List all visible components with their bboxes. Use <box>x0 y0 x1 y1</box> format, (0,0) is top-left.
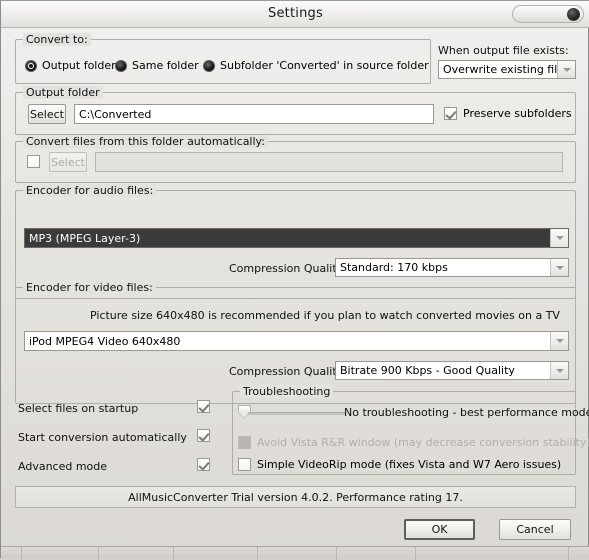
video-encoder-value: iPod MPEG4 Video 640x480 <box>29 334 181 348</box>
output-exists-label: When output file exists: <box>438 44 569 57</box>
radio-subfolder-converted-icon[interactable] <box>203 59 215 72</box>
select-auto-folder-button: Select <box>49 152 87 172</box>
simple-videorip-checkbox[interactable] <box>238 458 251 471</box>
audio-encoder-legend: Encoder for audio files: <box>23 184 157 197</box>
output-exists-combo[interactable]: Overwrite existing file <box>438 60 576 79</box>
close-icon <box>567 8 580 21</box>
avoid-vista-rr-label: Avoid Vista R&R window (may decrease con… <box>257 436 589 449</box>
status-bar: AllMusicConverter Trial version 4.0.2. P… <box>15 486 576 508</box>
troubleshooting-slider-text: No troubleshooting - best performance mo… <box>344 406 589 419</box>
audio-quality-combo[interactable]: Standard: 170 kbps <box>335 258 569 277</box>
select-files-on-startup-label: Select files on startup <box>18 402 139 415</box>
chevron-down-icon[interactable] <box>550 259 568 276</box>
radio-output-folder-icon[interactable] <box>25 59 37 72</box>
simple-videorip-checkbox-row[interactable]: Simple VideoRip mode (fixes Vista and W7… <box>238 458 561 471</box>
dialog-client-area: Convert to: Output folder Same folder Su… <box>1 28 589 559</box>
ok-button[interactable]: OK <box>404 519 475 540</box>
preserve-subfolders-label: Preserve subfolders <box>463 107 572 120</box>
radio-same-folder[interactable]: Same folder <box>115 59 199 72</box>
auto-folder-path-input <box>95 152 563 172</box>
radio-subfolder-converted[interactable]: Subfolder 'Converted' in source folder <box>203 59 429 72</box>
audio-encoder-combo[interactable]: MP3 (MPEG Layer-3) <box>24 228 569 248</box>
cancel-button[interactable]: Cancel <box>499 519 571 540</box>
simple-videorip-label: Simple VideoRip mode (fixes Vista and W7… <box>257 458 562 471</box>
chevron-down-icon[interactable] <box>550 332 568 350</box>
convert-to-legend: Convert to: <box>23 33 91 46</box>
radio-same-folder-label: Same folder <box>132 59 199 72</box>
video-encoder-hint: Picture size 640x480 is recommended if y… <box>90 309 560 322</box>
troubleshooting-legend: Troubleshooting <box>240 385 334 398</box>
auto-folder-legend: Convert files from this folder automatic… <box>23 135 268 148</box>
status-bar-text: AllMusicConverter Trial version 4.0.2. P… <box>128 490 463 504</box>
output-exists-value: Overwrite existing file <box>443 63 557 76</box>
avoid-vista-rr-checkbox-row: Avoid Vista R&R window (may decrease con… <box>238 436 589 449</box>
audio-encoder-value: MP3 (MPEG Layer-3) <box>29 231 141 245</box>
audio-quality-value: Standard: 170 kbps <box>340 261 448 274</box>
settings-dialog: Settings Convert to: Output folder Same … <box>0 0 589 560</box>
start-conversion-automatically-label: Start conversion automatically <box>18 431 187 444</box>
video-quality-value: Bitrate 900 Kbps - Good Quality <box>340 364 515 377</box>
avoid-vista-rr-checkbox <box>238 436 251 449</box>
preserve-subfolders-checkbox[interactable] <box>444 107 457 120</box>
window-title: Settings <box>268 6 323 21</box>
output-folder-legend: Output folder <box>23 86 103 99</box>
radio-output-folder-label: Output folder <box>42 59 116 72</box>
slider-track[interactable] <box>242 412 345 415</box>
chevron-down-icon[interactable] <box>550 229 568 247</box>
taskbar-strip <box>1 546 589 560</box>
video-quality-combo[interactable]: Bitrate 900 Kbps - Good Quality <box>335 361 569 380</box>
output-folder-path-input[interactable]: C:\Converted <box>74 104 434 124</box>
auto-folder-enable-checkbox[interactable] <box>27 155 40 168</box>
audio-quality-label: Compression Quality <box>229 262 344 275</box>
chevron-down-icon[interactable] <box>557 61 575 78</box>
slider-thumb[interactable] <box>238 405 251 419</box>
video-encoder-legend: Encoder for video files: <box>23 281 156 294</box>
radio-subfolder-converted-label: Subfolder 'Converted' in source folder <box>220 59 429 72</box>
troubleshooting-slider[interactable] <box>238 403 345 419</box>
title-bar: Settings <box>1 1 589 28</box>
radio-output-folder[interactable]: Output folder <box>25 59 116 72</box>
advanced-mode-label: Advanced mode <box>18 460 108 473</box>
select-files-on-startup-checkbox[interactable] <box>197 400 210 413</box>
start-conversion-automatically-checkbox[interactable] <box>197 429 210 442</box>
preserve-subfolders-checkbox-row[interactable]: Preserve subfolders <box>444 107 572 120</box>
select-output-folder-button[interactable]: Select <box>28 104 66 124</box>
video-quality-label: Compression Quality <box>229 365 344 378</box>
video-encoder-combo[interactable]: iPod MPEG4 Video 640x480 <box>24 331 569 351</box>
radio-same-folder-icon[interactable] <box>115 59 127 72</box>
close-button[interactable] <box>512 5 584 23</box>
chevron-down-icon[interactable] <box>550 362 568 379</box>
advanced-mode-checkbox[interactable] <box>197 458 210 471</box>
